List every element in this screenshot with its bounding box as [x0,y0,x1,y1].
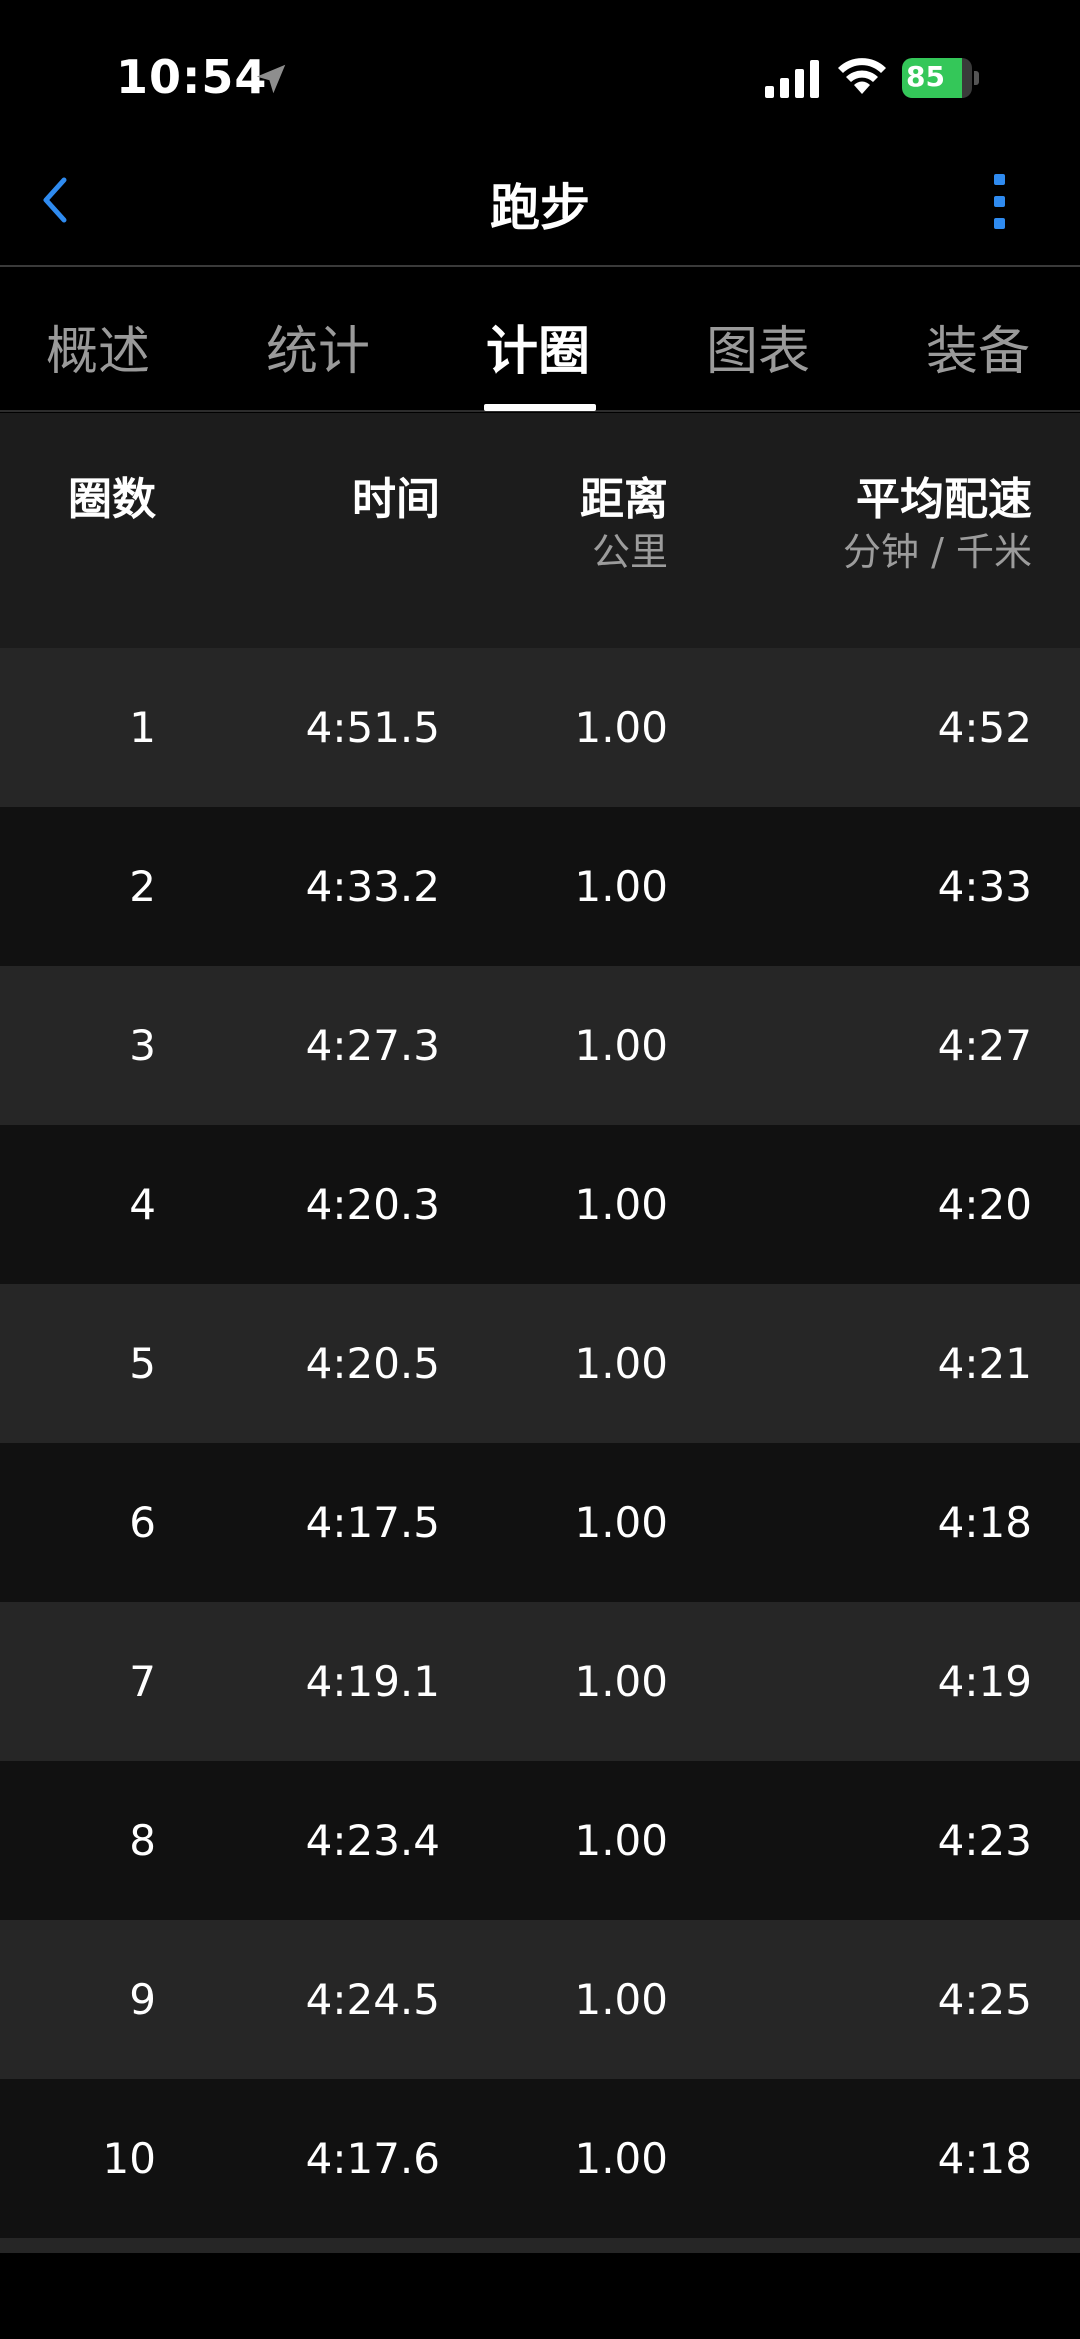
lap-cell: 7 [129,1657,156,1706]
distance-cell: 1.00 [574,1498,668,1547]
table-row[interactable]: 6 4:17.5 1.00 4:18 [0,1443,1080,1602]
time-cell: 4:17.5 [305,1498,440,1547]
lap-cell: 6 [129,1498,156,1547]
pace-cell: 4:18 [937,2134,1032,2183]
table-row[interactable]: 1 4:51.5 1.00 4:52 [0,648,1080,807]
lap-cell: 10 [102,2134,156,2183]
table-row[interactable]: 10 4:17.6 1.00 4:18 [0,2079,1080,2238]
distance-cell: 1.00 [574,1816,668,1865]
table-row[interactable]: 7 4:19.1 1.00 4:19 [0,1602,1080,1761]
nav-bar: 跑步 [0,150,1080,267]
time-cell: 4:20.5 [305,1339,440,1388]
battery-cap [974,71,979,85]
tab-gear[interactable]: 装备 [926,309,1030,384]
screen: 10:54 85 跑步 概述 统计 计圈 图表 装备 圈数 时间 距离 公里 平… [0,0,1080,2339]
pace-cell: 4:25 [937,1975,1032,2024]
status-time: 10:54 [116,50,268,104]
table-row-partial[interactable] [0,2238,1080,2253]
page-title: 跑步 [490,179,590,237]
lap-cell: 9 [129,1975,156,2024]
time-cell: 4:51.5 [305,703,440,752]
header-lap: 圈数 [68,474,156,525]
bottom-safe-area [0,2253,1080,2339]
lap-cell: 3 [129,1021,156,1070]
header-distance: 距离 [580,474,668,525]
header-pace-unit: 分钟 / 千米 [843,530,1032,574]
table-row[interactable]: 8 4:23.4 1.00 4:23 [0,1761,1080,1920]
battery-charging-icon: 85 [902,58,980,98]
pace-cell: 4:33 [937,862,1032,911]
table-row[interactable]: 5 4:20.5 1.00 4:21 [0,1284,1080,1443]
pace-cell: 4:20 [937,1180,1032,1229]
battery-percent: 85 [906,60,945,93]
header-pace: 平均配速 [856,474,1032,525]
distance-cell: 1.00 [574,2134,668,2183]
time-cell: 4:27.3 [305,1021,440,1070]
time-cell: 4:17.6 [305,2134,440,2183]
tab-overview[interactable]: 概述 [46,309,150,384]
table-row[interactable]: 4 4:20.3 1.00 4:20 [0,1125,1080,1284]
distance-cell: 1.00 [574,862,668,911]
distance-cell: 1.00 [574,703,668,752]
header-distance-unit: 公里 [591,530,668,574]
laps-table[interactable]: 圈数 时间 距离 公里 平均配速 分钟 / 千米 1 4:51.5 1.00 4:52… [0,413,1080,2253]
table-row[interactable]: 9 4:24.5 1.00 4:25 [0,1920,1080,2079]
lap-cell: 5 [129,1339,156,1388]
wifi-icon [838,58,886,94]
time-cell: 4:19.1 [305,1657,440,1706]
time-cell: 4:24.5 [305,1975,440,2024]
distance-cell: 1.00 [574,1339,668,1388]
location-arrow-icon [256,64,286,94]
pace-cell: 4:18 [937,1498,1032,1547]
signal-icon [765,60,819,98]
distance-cell: 1.00 [574,1180,668,1229]
active-tab-indicator [484,404,596,411]
distance-cell: 1.00 [574,1021,668,1070]
time-cell: 4:33.2 [305,862,440,911]
pace-cell: 4:21 [937,1339,1032,1388]
status-bar: 10:54 85 [0,0,1080,150]
tab-laps[interactable]: 计圈 [486,309,590,384]
lap-cell: 2 [129,862,156,911]
more-vertical-icon[interactable] [980,170,1020,234]
lap-cell: 4 [129,1180,156,1229]
lap-cell: 8 [129,1816,156,1865]
table-row[interactable]: 2 4:33.2 1.00 4:33 [0,807,1080,966]
lap-cell: 1 [129,703,156,752]
distance-cell: 1.00 [574,1975,668,2024]
time-cell: 4:23.4 [305,1816,440,1865]
pace-cell: 4:27 [937,1021,1032,1070]
distance-cell: 1.00 [574,1657,668,1706]
header-time: 时间 [352,474,440,525]
tab-charts[interactable]: 图表 [706,309,810,384]
tab-bar: 概述 统计 计圈 图表 装备 [0,269,1080,412]
time-cell: 4:20.3 [305,1180,440,1229]
battery-body: 85 [902,58,972,98]
table-header: 圈数 时间 距离 公里 平均配速 分钟 / 千米 [0,413,1080,648]
tab-stats[interactable]: 统计 [266,309,370,384]
pace-cell: 4:52 [937,703,1032,752]
pace-cell: 4:19 [937,1657,1032,1706]
table-row[interactable]: 3 4:27.3 1.00 4:27 [0,966,1080,1125]
pace-cell: 4:23 [937,1816,1032,1865]
